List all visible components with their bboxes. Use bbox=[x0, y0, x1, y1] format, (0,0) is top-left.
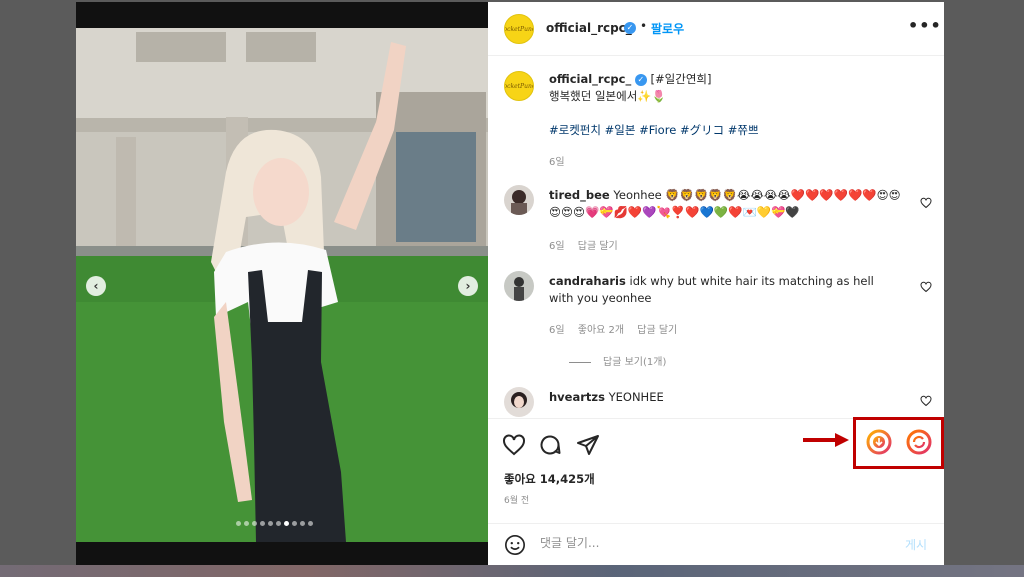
like-comment-heart-icon[interactable] bbox=[920, 197, 932, 209]
repost-extension-icon[interactable] bbox=[906, 429, 932, 455]
pagination-dot bbox=[244, 521, 249, 526]
caption-avatar[interactable]: RocketPunch bbox=[504, 71, 534, 101]
hashtag-item[interactable]: #グリコ bbox=[680, 123, 724, 137]
pagination-dot bbox=[292, 521, 297, 526]
comment-text: hveartzs YEONHEE bbox=[549, 389, 899, 406]
hashtag-item[interactable]: #쮸쁘 bbox=[728, 123, 759, 137]
reply-button[interactable]: 답글 달기 bbox=[637, 325, 677, 336]
likes-count[interactable]: 좋아요 14,425개 bbox=[504, 471, 595, 487]
hashtag-item[interactable]: #로켓펀치 bbox=[549, 123, 601, 137]
comment-text: tired_bee Yeonhee 🦁🦁🦁🦁🦁😭😭😭😭❤️❤️❤️❤️❤️❤️😍… bbox=[549, 187, 909, 221]
verified-badge-icon: ✓ bbox=[624, 22, 636, 34]
comment-meta: 6일 답글 달기 bbox=[549, 237, 628, 252]
hashtag-item[interactable]: #일본 bbox=[605, 123, 636, 137]
caption-verified-icon: ✓ bbox=[634, 73, 647, 86]
pagination-dot bbox=[276, 521, 281, 526]
download-extension-icon[interactable] bbox=[866, 429, 892, 455]
add-comment-bar: 게시 bbox=[488, 523, 944, 565]
commenter-username[interactable]: hveartzs bbox=[549, 390, 605, 404]
comments-list[interactable]: RocketPunch official_rcpc_ ✓ [#일간연희] 행복했… bbox=[488, 57, 944, 418]
caption-text: official_rcpc_ ✓ [#일간연희] 행복했던 일본에서✨🌷 #로켓… bbox=[549, 71, 899, 139]
commenter-username[interactable]: candraharis bbox=[549, 274, 626, 288]
view-replies-button[interactable]: 답글 보기(1개) bbox=[569, 353, 666, 368]
emoji-smile-icon[interactable] bbox=[504, 534, 526, 556]
pagination-dot bbox=[268, 521, 273, 526]
commenter-username[interactable]: tired_bee bbox=[549, 188, 610, 202]
commenter-avatar[interactable] bbox=[504, 185, 534, 215]
follow-button[interactable]: 팔로우 bbox=[651, 20, 684, 37]
next-photo-button[interactable]: › bbox=[458, 276, 478, 296]
pagination-dot bbox=[284, 521, 289, 526]
like-comment-heart-icon[interactable] bbox=[920, 395, 932, 407]
reply-button[interactable]: 답글 달기 bbox=[578, 241, 618, 252]
post-header: RocketPunch official_rcpc_ ✓ • 팔로우 ••• bbox=[488, 2, 944, 56]
post-photo[interactable]: ‹ › bbox=[76, 2, 488, 565]
commenter-avatar[interactable] bbox=[504, 387, 534, 417]
red-arrow-annotation-icon bbox=[803, 433, 849, 447]
pagination-dot bbox=[252, 521, 257, 526]
comment-likes[interactable]: 좋아요 2개 bbox=[578, 325, 624, 336]
comment-text: candraharis idk why but white hair its m… bbox=[549, 273, 899, 307]
pagination-dot bbox=[308, 521, 313, 526]
caption-line: 행복했던 일본에서✨🌷 bbox=[549, 89, 666, 103]
comment-input[interactable] bbox=[540, 536, 880, 550]
more-options-icon[interactable]: ••• bbox=[908, 16, 942, 35]
caption-tag: [#일간연희] bbox=[650, 72, 712, 86]
author-username[interactable]: official_rcpc_ bbox=[546, 21, 632, 35]
hashtag-item[interactable]: #Fiore bbox=[639, 123, 676, 137]
like-heart-icon[interactable] bbox=[502, 433, 526, 457]
post-time: 6월 전 bbox=[504, 496, 530, 506]
photo-pagination-dots bbox=[236, 521, 313, 526]
post-detail-panel: RocketPunch official_rcpc_ ✓ • 팔로우 ••• R… bbox=[488, 2, 944, 565]
comment-age: 6일 bbox=[549, 241, 565, 252]
pagination-dot bbox=[300, 521, 305, 526]
header-separator: • bbox=[640, 19, 648, 33]
post-comment-button[interactable]: 게시 bbox=[905, 536, 927, 553]
pagination-dot bbox=[260, 521, 265, 526]
caption-age: 6일 bbox=[549, 157, 565, 168]
comment-body: YEONHEE bbox=[608, 390, 664, 404]
share-send-icon[interactable] bbox=[576, 433, 600, 457]
author-avatar[interactable]: RocketPunch bbox=[504, 14, 534, 44]
like-comment-heart-icon[interactable] bbox=[920, 281, 932, 293]
comment-bubble-icon[interactable] bbox=[538, 433, 562, 457]
photo-illustration bbox=[76, 2, 488, 565]
backdrop-feed-strip bbox=[0, 565, 1024, 577]
pagination-dot bbox=[236, 521, 241, 526]
caption-username[interactable]: official_rcpc_ bbox=[549, 72, 631, 86]
previous-photo-button[interactable]: ‹ bbox=[86, 276, 106, 296]
commenter-avatar[interactable] bbox=[504, 271, 534, 301]
comment-age: 6일 bbox=[549, 325, 565, 336]
comment-meta: 6일 좋아요 2개 답글 달기 bbox=[549, 321, 687, 336]
